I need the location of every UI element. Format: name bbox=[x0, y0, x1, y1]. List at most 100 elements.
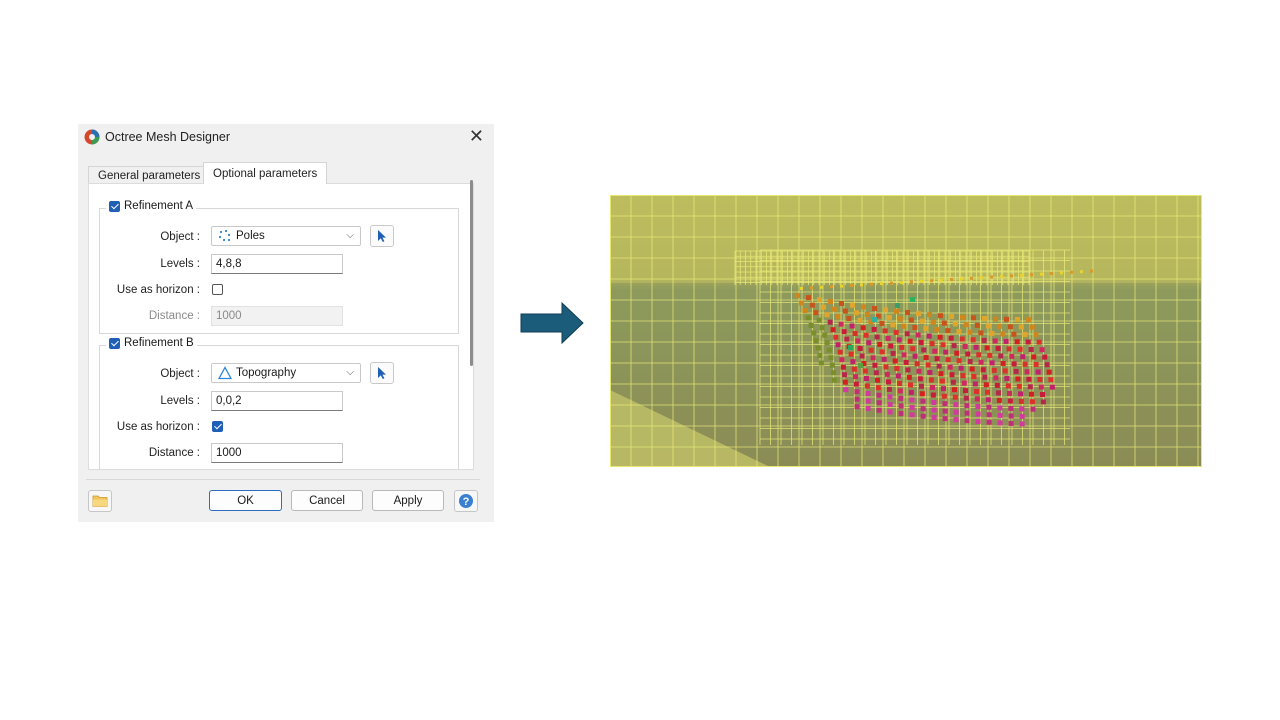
pole-point bbox=[842, 308, 848, 314]
levels-input-b[interactable]: 0,0,2 bbox=[211, 391, 343, 411]
pole-point bbox=[895, 373, 901, 379]
pole-point bbox=[1011, 361, 1017, 367]
select-object-b-button[interactable] bbox=[370, 362, 394, 384]
pole-point bbox=[938, 371, 944, 377]
cancel-button[interactable]: Cancel bbox=[291, 490, 363, 511]
pole-point bbox=[813, 338, 819, 343]
pole-point bbox=[996, 323, 1002, 329]
pole-point bbox=[991, 367, 997, 373]
pole-point bbox=[1007, 390, 1012, 396]
pole-point bbox=[996, 390, 1001, 396]
pole-point bbox=[953, 402, 959, 408]
levels-input-a[interactable]: 4,8,8 bbox=[211, 254, 343, 274]
pole-point bbox=[1007, 398, 1013, 404]
pole-point bbox=[919, 318, 925, 324]
object-value-a: Poles bbox=[236, 230, 265, 242]
tab-optional-parameters[interactable]: Optional parameters bbox=[203, 162, 328, 184]
pole-point bbox=[901, 352, 907, 358]
pole-point bbox=[927, 370, 933, 375]
pole-point bbox=[853, 310, 859, 316]
pole-point bbox=[850, 284, 853, 287]
pole-point bbox=[967, 329, 973, 335]
pole-point bbox=[879, 349, 885, 355]
pole-point bbox=[872, 305, 877, 311]
help-button[interactable]: ? bbox=[454, 490, 478, 512]
pole-point bbox=[925, 362, 931, 368]
pole-point bbox=[805, 315, 811, 321]
pole-point bbox=[1005, 383, 1011, 389]
distance-input-b[interactable]: 1000 bbox=[211, 443, 343, 463]
pole-point bbox=[858, 363, 863, 368]
pole-point bbox=[855, 338, 861, 344]
refinement-b-checkbox[interactable] bbox=[109, 337, 120, 349]
pole-point bbox=[997, 405, 1003, 411]
pole-point bbox=[877, 341, 883, 347]
pole-point bbox=[930, 279, 933, 283]
pole-point bbox=[1010, 274, 1013, 278]
pole-point bbox=[883, 307, 888, 313]
pole-point bbox=[951, 343, 957, 349]
pole-point bbox=[872, 362, 878, 368]
vertical-scrollbar[interactable] bbox=[470, 180, 473, 366]
pole-point bbox=[853, 374, 858, 380]
select-object-a-button[interactable] bbox=[370, 225, 394, 247]
pole-point bbox=[934, 327, 940, 333]
pole-point bbox=[1035, 369, 1041, 375]
pole-point bbox=[864, 376, 869, 381]
pole-point bbox=[930, 385, 935, 390]
pole-point bbox=[808, 323, 814, 328]
tab-general-parameters[interactable]: General parameters bbox=[88, 166, 211, 184]
pole-point bbox=[802, 308, 808, 313]
pole-point bbox=[920, 279, 923, 283]
pole-point bbox=[958, 365, 964, 371]
apply-button[interactable]: Apply bbox=[372, 490, 444, 511]
pole-point bbox=[950, 379, 956, 385]
pole-point bbox=[975, 404, 981, 409]
pole-point bbox=[980, 367, 986, 373]
pole-point bbox=[985, 397, 991, 403]
pole-point bbox=[967, 359, 973, 364]
open-folder-button[interactable] bbox=[88, 490, 112, 512]
refinement-a-header: Refinement A bbox=[106, 200, 197, 212]
pole-point bbox=[857, 346, 863, 351]
distance-label: Distance : bbox=[148, 447, 200, 459]
pole-point bbox=[987, 352, 993, 358]
pole-point bbox=[936, 363, 942, 369]
pole-point bbox=[1030, 273, 1033, 277]
pole-point bbox=[830, 285, 833, 289]
close-icon[interactable]: ✕ bbox=[469, 127, 484, 145]
pole-point bbox=[885, 335, 891, 341]
use-as-horizon-checkbox-a[interactable] bbox=[212, 284, 223, 295]
pole-point bbox=[923, 355, 929, 360]
pole-point bbox=[1015, 376, 1021, 382]
pole-point bbox=[1048, 377, 1054, 383]
pole-point bbox=[1022, 332, 1028, 337]
right-arrow-icon bbox=[520, 302, 584, 344]
pole-point bbox=[1004, 375, 1010, 381]
use-as-horizon-checkbox-b[interactable] bbox=[212, 421, 223, 432]
refinement-a-checkbox[interactable] bbox=[109, 200, 120, 212]
pole-point bbox=[857, 317, 863, 323]
pole-point bbox=[927, 312, 932, 318]
pole-point bbox=[1011, 331, 1017, 337]
ok-button[interactable]: OK bbox=[209, 490, 282, 511]
pole-point bbox=[824, 312, 830, 318]
app-logo-icon bbox=[84, 129, 100, 145]
pole-point bbox=[969, 366, 975, 372]
triangle-surface-icon bbox=[218, 366, 232, 380]
object-select-b[interactable]: Topography ⌵ bbox=[211, 363, 361, 383]
pole-point bbox=[906, 374, 912, 380]
pole-point bbox=[919, 391, 925, 397]
pole-point bbox=[912, 325, 918, 330]
pole-point bbox=[1008, 405, 1014, 411]
pole-point bbox=[952, 394, 958, 400]
pole-point bbox=[822, 332, 828, 338]
pole-point bbox=[871, 326, 877, 332]
object-select-a[interactable]: Poles ⌵ bbox=[211, 226, 361, 246]
pole-point bbox=[840, 364, 846, 370]
pole-point bbox=[894, 308, 899, 314]
pole-point bbox=[853, 381, 859, 387]
pole-point bbox=[810, 286, 813, 290]
pole-point bbox=[1026, 376, 1032, 382]
levels-label: Levels : bbox=[160, 395, 200, 407]
